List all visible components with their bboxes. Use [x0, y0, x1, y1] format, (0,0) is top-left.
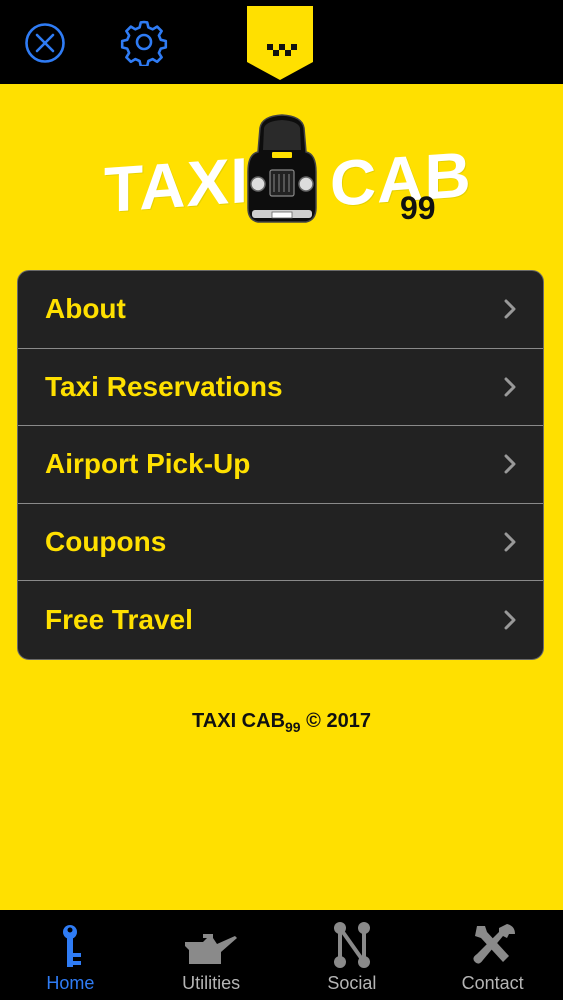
footer-brand-sub: 99	[285, 719, 301, 735]
logo-word-left: TAXI	[104, 143, 250, 227]
bottom-tab-bar: Home Utilities Social Contact	[0, 910, 563, 1000]
taxi-cab-logo: TAXI CAB 99	[100, 112, 472, 237]
social-network-icon	[333, 922, 370, 968]
menu-item-airport-pick-up[interactable]: Airport Pick-Up	[18, 426, 543, 504]
chevron-right-icon	[504, 377, 516, 397]
main-content: TAXI CAB 99 About Taxi Reservations Airp…	[0, 84, 563, 910]
tab-label: Contact	[461, 973, 524, 993]
tab-utilities[interactable]: Utilities	[141, 910, 282, 1000]
menu-item-label: Coupons	[45, 526, 167, 558]
chevron-right-icon	[504, 454, 516, 474]
chevron-right-icon	[504, 532, 516, 552]
menu-item-label: Taxi Reservations	[45, 370, 283, 402]
main-menu: About Taxi Reservations Airport Pick-Up …	[17, 270, 544, 660]
menu-item-label: Airport Pick-Up	[45, 448, 251, 480]
gear-icon[interactable]	[120, 18, 168, 66]
menu-item-label: About	[45, 293, 126, 325]
tab-social[interactable]: Social	[282, 910, 423, 1000]
menu-item-taxi-reservations[interactable]: Taxi Reservations	[18, 349, 543, 427]
taxi-car-icon	[247, 114, 317, 223]
menu-item-coupons[interactable]: Coupons	[18, 504, 543, 582]
tab-label: Utilities	[182, 973, 241, 993]
logo-suffix: 99	[400, 190, 436, 226]
close-icon[interactable]	[24, 22, 66, 64]
oil-can-icon	[185, 934, 238, 964]
menu-item-label: Free Travel	[45, 604, 193, 636]
top-bar	[0, 0, 563, 84]
menu-item-free-travel[interactable]: Free Travel	[18, 581, 543, 659]
footer-brand: TAXI CAB	[192, 710, 286, 732]
tools-icon	[473, 924, 515, 964]
chevron-right-icon	[504, 610, 516, 630]
copyright-footer: TAXI CAB99 © 2017	[0, 710, 563, 735]
key-icon	[63, 925, 82, 967]
menu-item-about[interactable]: About	[18, 271, 543, 349]
tab-label: Social	[327, 973, 377, 993]
tab-contact[interactable]: Contact	[422, 910, 563, 1000]
taxi-checker-badge-icon	[247, 6, 313, 80]
tab-home[interactable]: Home	[0, 910, 141, 1000]
footer-copyright: © 2017	[306, 710, 371, 732]
tab-label: Home	[46, 973, 95, 993]
chevron-right-icon	[504, 299, 516, 319]
